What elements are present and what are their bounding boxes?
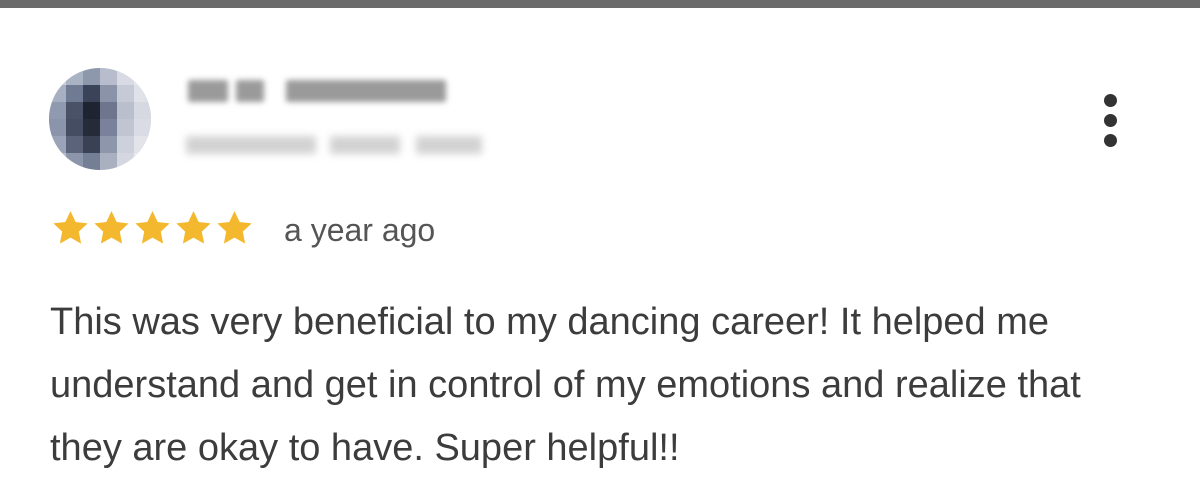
top-divider-bar — [0, 0, 1200, 8]
reviewer-name-redacted[interactable] — [174, 66, 464, 118]
star-icon — [135, 211, 170, 244]
review-text: This was very beneficial to my dancing c… — [50, 301, 1081, 469]
avatar[interactable] — [49, 68, 151, 170]
star-icon — [176, 211, 211, 244]
star-icon — [217, 211, 252, 244]
more-options-button[interactable] — [1092, 90, 1132, 152]
star-icon — [94, 211, 129, 244]
star-rating — [50, 208, 255, 250]
review-card: a year ago This was very beneficial to m… — [0, 8, 1200, 500]
reviewer-meta-redacted — [180, 126, 490, 166]
review-time: a year ago — [284, 212, 436, 248]
star-icon — [53, 211, 88, 244]
